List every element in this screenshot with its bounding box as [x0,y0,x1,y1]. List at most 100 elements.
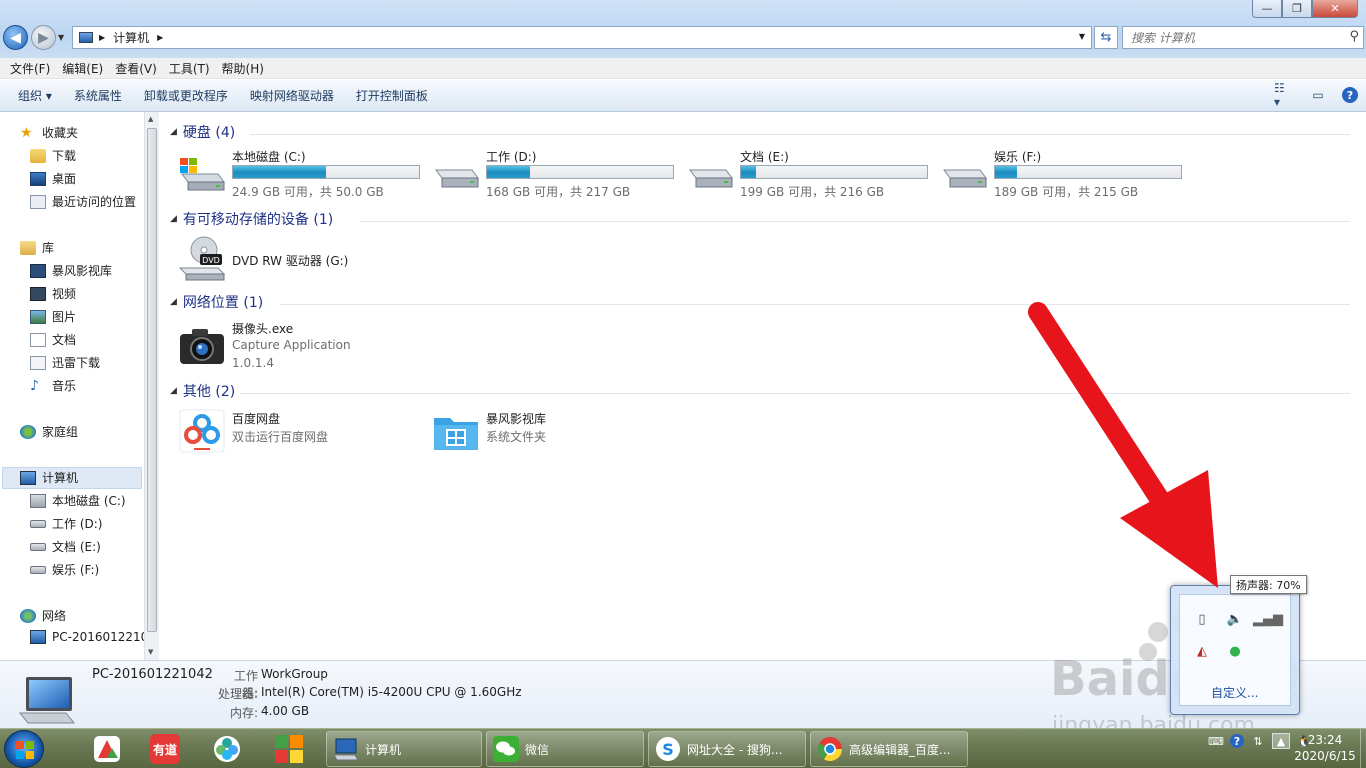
recent-places-icon [30,194,46,209]
nav-computer[interactable]: 计算机 [20,469,78,486]
group-divider [240,393,1350,394]
pinned-app-3[interactable] [200,731,254,767]
menu-edit[interactable]: 编辑(E) [56,60,109,77]
app-tray-icon[interactable]: ◭ [1194,643,1210,659]
taskbar-item-editor[interactable]: 高级编辑器_百度... [810,731,968,767]
help-icon[interactable]: ? [1342,87,1358,103]
usb-device-icon[interactable]: ▯ [1194,611,1210,627]
scroll-up-arrow-icon[interactable]: ▲ [148,115,153,123]
refresh-button[interactable]: ⇆ [1094,26,1118,49]
search-box[interactable]: ⚲ [1122,26,1364,49]
open-control-panel-button[interactable]: 打开控制面板 [350,83,434,108]
language-icon[interactable]: ⇅ [1250,733,1266,749]
forward-button[interactable]: ▶ [31,25,56,50]
memory-label: 内存: [229,706,258,720]
nav-network[interactable]: 网络 [20,607,66,624]
speaker-icon[interactable]: 🔈 [1227,611,1243,627]
dvd-drive-tile[interactable]: DVD DVD RW 驱动器 (G:) [178,236,398,286]
pinned-app-1[interactable] [80,731,134,767]
back-button[interactable]: ◀ [3,25,28,50]
pinned-app-4[interactable] [262,731,316,767]
baidu-netdisk-tile[interactable]: 百度网盘 双击运行百度网盘 [178,408,408,456]
collapse-triangle-icon[interactable]: ◢ [170,386,177,396]
nav-documents[interactable]: 文档 [30,331,76,348]
navigation-scrollbar[interactable]: ▲ ▼ [144,112,159,660]
map-network-drive-button[interactable]: 映射网络驱动器 [244,83,340,108]
address-dropdown-icon[interactable]: ▼ [1079,32,1085,41]
drive-tile-d[interactable]: 工作 (D:) 168 GB 可用，共 217 GB [432,148,682,199]
taskbar-clock[interactable]: 23:24 2020/6/15 [1290,732,1360,764]
nav-recent-places[interactable]: 最近访问的位置 [30,193,136,210]
downloads-folder-icon [30,148,46,163]
customize-link[interactable]: 自定义... [1211,684,1258,701]
minimize-button[interactable]: — [1252,0,1282,18]
wechat-tray-icon[interactable]: ● [1227,643,1243,659]
help-tray-icon[interactable]: ? [1230,734,1244,748]
recent-pages-dropdown[interactable]: ▼ [58,33,64,42]
nav-network-pc[interactable]: PC-2016012210 [30,630,144,644]
pinned-youdao[interactable]: 有道 [138,731,192,767]
show-desktop-button[interactable] [1360,729,1366,768]
taskbar-item-wechat[interactable]: 微信 [486,731,644,767]
preview-pane-icon[interactable]: ▭ [1308,85,1328,105]
search-input[interactable] [1131,30,1331,45]
organize-button[interactable]: 组织 ▾ [12,83,58,108]
address-bar[interactable]: ▶ 计算机 ▶ ▼ [72,26,1092,49]
nav-drive-d[interactable]: 工作 (D:) [30,515,102,532]
start-button[interactable] [4,730,44,768]
nav-music[interactable]: ♪ 音乐 [30,377,76,394]
group-header-other[interactable]: ◢ 其他 (2) [170,381,1350,401]
taskbar-item-computer[interactable]: 计算机 [326,731,482,767]
menu-tools[interactable]: 工具(T) [163,60,216,77]
drive-tile-c[interactable]: 本地磁盘 (C:) 24.9 GB 可用，共 50.0 GB [178,148,428,199]
signal-bars-icon[interactable]: ▂▄▆ [1253,611,1283,627]
nav-label: PC-2016012210 [52,630,144,644]
nav-videos[interactable]: 视频 [30,285,76,302]
taskbar-item-sogou[interactable]: S 网址大全 - 搜狗... [648,731,806,767]
drive-tile-f[interactable]: 娱乐 (F:) 189 GB 可用，共 215 GB [940,148,1190,199]
dvd-drive-name: DVD RW 驱动器 (G:) [232,254,349,268]
menu-view[interactable]: 查看(V) [109,60,163,77]
camera-tile[interactable]: 摄像头.exe Capture Application 1.0.1.4 [178,320,408,372]
baofeng-library-tile[interactable]: 暴风影视库 系统文件夹 [432,408,662,456]
nav-libraries[interactable]: 库 [20,239,54,256]
drive-tile-e[interactable]: 文档 (E:) 199 GB 可用，共 216 GB [686,148,936,199]
collapse-triangle-icon[interactable]: ◢ [170,297,177,307]
nav-drive-e[interactable]: 文档 (E:) [30,538,101,555]
change-view-icon[interactable]: ☷ ▾ [1274,81,1294,109]
group-header-removable[interactable]: ◢ 有可移动存储的设备 (1) [170,209,1350,229]
nav-desktop[interactable]: 桌面 [30,170,76,187]
refresh-icon: ⇆ [1100,30,1112,45]
scroll-down-arrow-icon[interactable]: ▼ [148,648,153,656]
group-header-hdd[interactable]: ◢ 硬盘 (4) [170,122,1350,142]
breadcrumb-separator[interactable]: ▶ [99,33,105,42]
processor-value: Intel(R) Core(TM) i5-4200U CPU @ 1.60GHz [261,685,522,699]
clock-date: 2020/6/15 [1294,749,1356,763]
menu-help[interactable]: 帮助(H) [216,60,270,77]
collapse-triangle-icon[interactable]: ◢ [170,127,177,137]
uninstall-program-button[interactable]: 卸载或更改程序 [138,83,234,108]
system-properties-button[interactable]: 系统属性 [68,83,128,108]
desktop-icon [30,171,46,186]
scrollbar-thumb[interactable] [147,128,157,632]
keyboard-icon[interactable]: ⌨ [1208,733,1224,749]
nav-baofeng[interactable]: 暴风影视库 [30,262,112,279]
group-header-network[interactable]: ◢ 网络位置 (1) [170,292,1350,312]
nav-xunlei[interactable]: 迅雷下载 [30,354,100,371]
nav-drive-c[interactable]: 本地磁盘 (C:) [30,492,126,509]
nav-pictures[interactable]: 图片 [30,308,76,325]
nav-homegroup[interactable]: 家庭组 [20,423,78,440]
nav-favorites[interactable]: ★ 收藏夹 [20,124,78,141]
menu-file[interactable]: 文件(F) [4,60,56,77]
show-hidden-icons-button[interactable]: ▲ [1272,733,1290,749]
close-button[interactable]: ✕ [1312,0,1358,18]
processor-label: 处理器: [217,687,258,701]
breadcrumb-computer[interactable]: 计算机 [113,29,149,46]
nav-downloads[interactable]: 下载 [30,147,76,164]
breadcrumb-separator[interactable]: ▶ [157,33,163,42]
nav-drive-f[interactable]: 娱乐 (F:) [30,561,99,578]
drive-free-space: 168 GB 可用，共 217 GB [486,185,631,199]
maximize-button[interactable]: ❐ [1282,0,1312,18]
search-icon[interactable]: ⚲ [1349,29,1359,44]
collapse-triangle-icon[interactable]: ◢ [170,214,177,224]
